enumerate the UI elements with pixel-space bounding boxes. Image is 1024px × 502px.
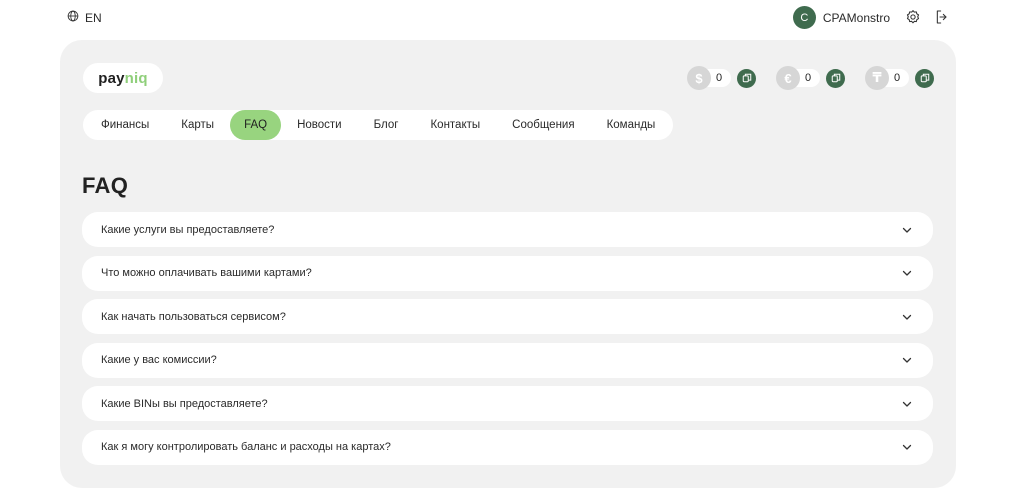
logout-icon[interactable] (934, 9, 950, 25)
nav-item-contacts[interactable]: Контакты (414, 110, 496, 140)
logo[interactable]: pay niq (83, 63, 163, 93)
nav-item-teams[interactable]: Команды (591, 110, 672, 140)
faq-item[interactable]: Как начать пользоваться сервисом? (82, 299, 933, 334)
nav-item-finance[interactable]: Финансы (85, 110, 165, 140)
faq-question: Как начать пользоваться сервисом? (101, 310, 286, 323)
tenge-icon: ₸ (865, 66, 889, 90)
user-profile[interactable]: C CPAMonstro (792, 6, 890, 29)
faq-item[interactable]: Что можно оплачивать вашими картами? (82, 255, 933, 291)
main-card: pay niq $ 0 € 0 ₸ 0 Финансы Карты FAQ Но… (60, 40, 956, 488)
faq-item[interactable]: Какие услуги вы предоставляете? (82, 212, 933, 247)
faq-item[interactable]: Как я могу контролировать баланс и расхо… (82, 429, 933, 465)
logo-text: pay (98, 69, 125, 87)
globe-icon (67, 10, 79, 25)
euro-icon: € (776, 66, 800, 90)
page-title: FAQ (82, 173, 129, 198)
language-switcher[interactable]: EN (67, 10, 102, 25)
faq-item[interactable]: Какие у вас комиссии? (82, 342, 933, 378)
nav-item-messages[interactable]: Сообщения (496, 110, 590, 140)
copy-icon[interactable] (737, 68, 756, 88)
gear-icon[interactable] (905, 9, 921, 25)
copy-icon[interactable] (915, 68, 934, 88)
avatar: C (792, 6, 816, 29)
faq-item[interactable]: Какие BINы вы предоставляете? (82, 386, 933, 421)
dollar-icon: $ (687, 66, 711, 90)
username: CPAMonstro (822, 10, 890, 25)
chevron-down-icon[interactable] (901, 354, 913, 366)
balances: $ 0 € 0 ₸ 0 (687, 66, 934, 90)
language-label: EN (85, 10, 102, 25)
nav-item-news[interactable]: Новости (281, 110, 358, 140)
nav-item-cards[interactable]: Карты (165, 110, 230, 140)
chevron-down-icon[interactable] (901, 267, 913, 279)
balance-eur: € 0 (776, 66, 845, 90)
balance-usd: $ 0 (687, 66, 756, 90)
faq-question: Какие услуги вы предоставляете? (101, 223, 275, 236)
chevron-down-icon[interactable] (901, 311, 913, 323)
nav-item-blog[interactable]: Блог (358, 110, 415, 140)
faq-question: Как я могу контролировать баланс и расхо… (101, 441, 391, 453)
faq-question: Какие у вас комиссии? (101, 354, 217, 366)
balance-kzt: ₸ 0 (865, 66, 934, 90)
copy-icon[interactable] (826, 68, 845, 88)
logo-text-accent: niq (124, 69, 148, 87)
faq-question: Какие BINы вы предоставляете? (101, 397, 268, 410)
main-nav: Финансы Карты FAQ Новости Блог Контакты … (83, 110, 674, 140)
faq-list: Какие услуги вы предоставляете? Что можн… (82, 212, 933, 473)
chevron-down-icon[interactable] (901, 224, 913, 236)
chevron-down-icon[interactable] (901, 441, 913, 453)
top-bar: EN C CPAMonstro (0, 0, 1024, 36)
nav-item-faq[interactable]: FAQ (230, 110, 282, 140)
chevron-down-icon[interactable] (901, 398, 913, 410)
faq-question: Что можно оплачивать вашими картами? (101, 267, 312, 279)
